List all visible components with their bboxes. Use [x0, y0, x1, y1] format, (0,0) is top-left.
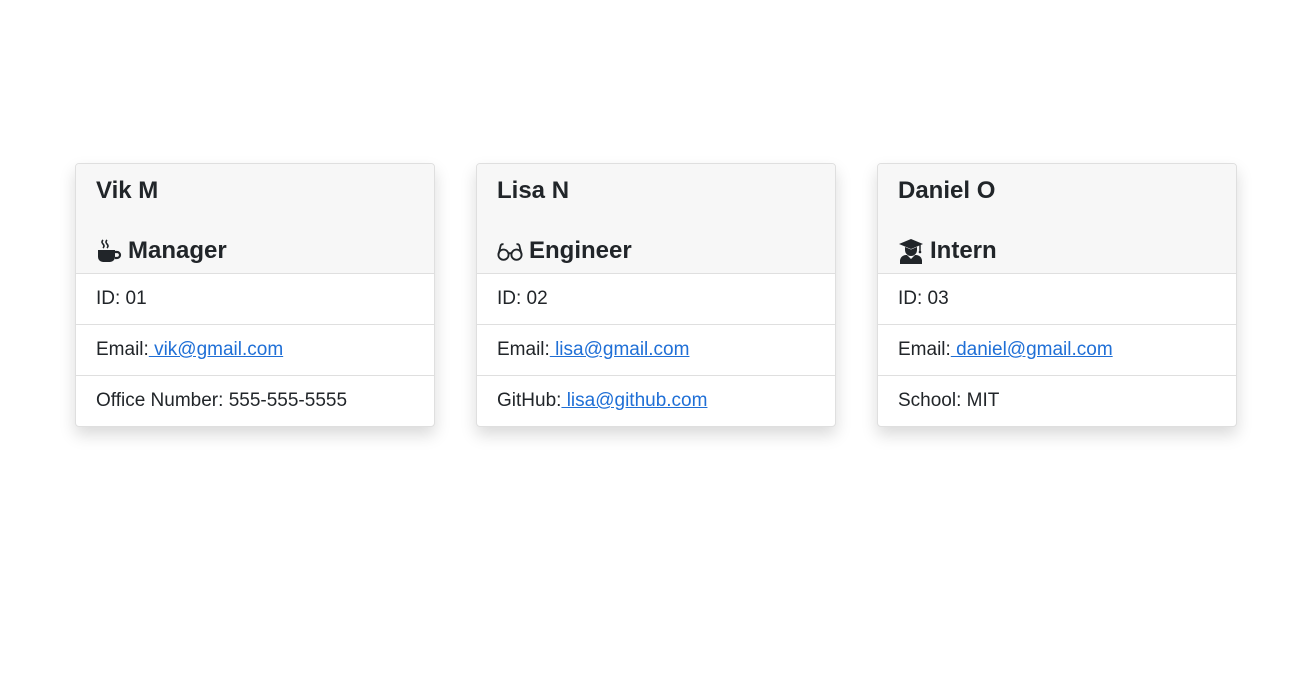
graduate-icon [898, 238, 924, 264]
role-label: Intern [930, 237, 997, 264]
card-header: Vik M Manager [76, 164, 434, 274]
email-link[interactable]: vik@gmail.com [149, 339, 283, 361]
email-link[interactable]: lisa@gmail.com [550, 339, 689, 361]
card-header: Daniel O Intern [878, 164, 1236, 274]
github-label: GitHub: [497, 390, 562, 411]
school-row: School: MIT [878, 376, 1236, 426]
id-text: ID: 01 [96, 288, 147, 309]
team-cards-row: Vik M Manager ID: 01 Email: vik@gmail.co… [75, 163, 1237, 427]
id-text: ID: 03 [898, 288, 949, 309]
employee-id: ID: 02 [477, 274, 835, 325]
employee-email-row: Email: daniel@gmail.com [878, 325, 1236, 376]
coffee-icon [96, 238, 122, 264]
office-number-row: Office Number: 555-555-5555 [76, 376, 434, 426]
employee-email-row: Email: lisa@gmail.com [477, 325, 835, 376]
email-label: Email: [497, 339, 550, 360]
employee-card-manager: Vik M Manager ID: 01 Email: vik@gmail.co… [75, 163, 435, 427]
role-label: Engineer [529, 237, 632, 264]
card-header: Lisa N Engineer [477, 164, 835, 274]
id-text: ID: 02 [497, 288, 548, 309]
employee-card-intern: Daniel O Intern ID: 03 Email: daniel@gma… [877, 163, 1237, 427]
employee-name: Lisa N [497, 177, 570, 204]
employee-id: ID: 01 [76, 274, 434, 325]
employee-role: Manager [96, 236, 414, 266]
employee-role: Engineer [497, 236, 815, 266]
employee-name: Vik M [96, 177, 159, 204]
office-number-text: Office Number: 555-555-5555 [96, 390, 348, 411]
github-row: GitHub: lisa@github.com [477, 376, 835, 426]
employee-id: ID: 03 [878, 274, 1236, 325]
employee-card-engineer: Lisa N Engineer ID: 02 Email: lisa@gmail… [476, 163, 836, 427]
school-text: School: MIT [898, 390, 1000, 411]
email-label: Email: [898, 339, 951, 360]
glasses-icon [497, 238, 523, 264]
role-label: Manager [128, 237, 227, 264]
employee-name: Daniel O [898, 177, 996, 204]
employee-role: Intern [898, 236, 1216, 266]
employee-email-row: Email: vik@gmail.com [76, 325, 434, 376]
email-link[interactable]: daniel@gmail.com [951, 339, 1113, 361]
github-link[interactable]: lisa@github.com [561, 390, 708, 412]
email-label: Email: [96, 339, 149, 360]
